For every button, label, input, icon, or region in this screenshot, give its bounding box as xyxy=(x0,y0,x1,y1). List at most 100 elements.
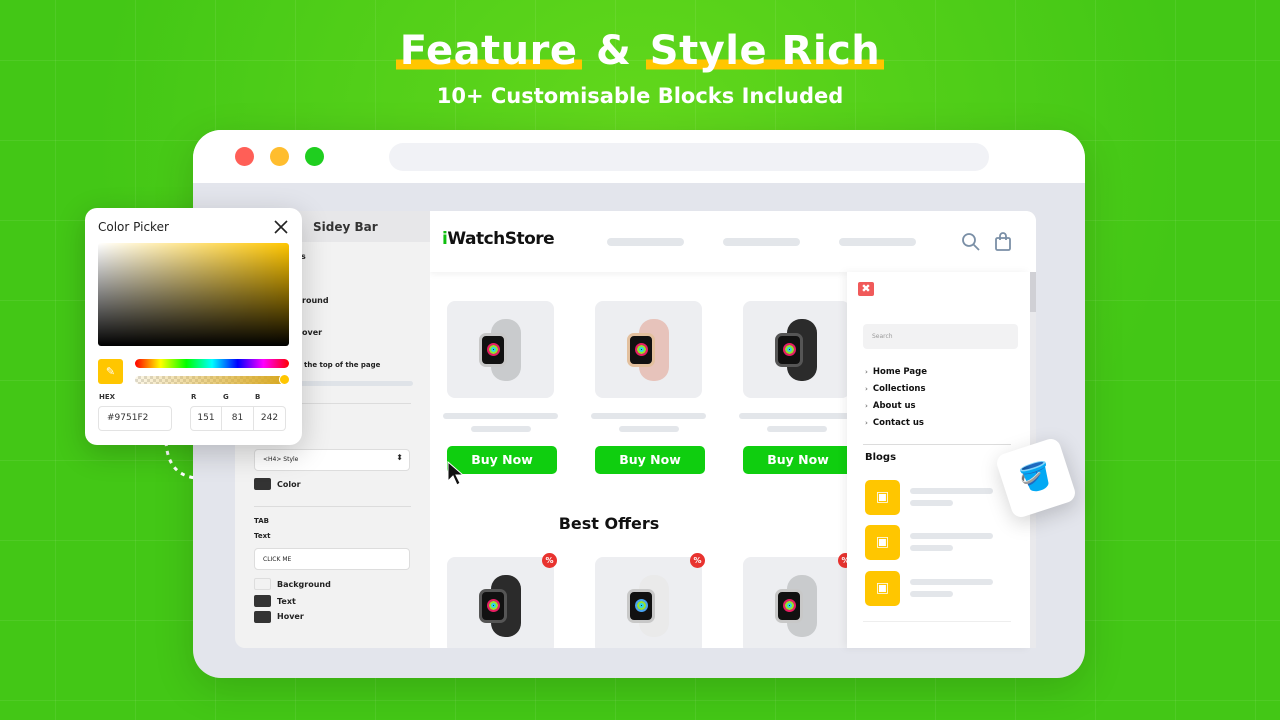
select-arrows-icon: ⬍ xyxy=(396,453,403,462)
logo-text: WatchStore xyxy=(447,229,555,249)
buy-now-button[interactable]: Buy Now xyxy=(595,446,705,474)
nav-link[interactable] xyxy=(607,238,684,246)
maximize-dot[interactable] xyxy=(305,147,324,166)
search-placeholder: Search xyxy=(872,333,893,340)
close-dot[interactable] xyxy=(235,147,254,166)
g-input[interactable]: 81 xyxy=(222,406,254,431)
blogs-title: Blogs xyxy=(865,452,897,463)
alpha-slider-handle[interactable] xyxy=(279,374,290,385)
menu-item-collections[interactable]: › Collections xyxy=(865,384,926,394)
hover-swatch[interactable] xyxy=(254,611,271,623)
alpha-slider[interactable] xyxy=(135,376,285,384)
mouse-cursor-icon xyxy=(447,461,464,486)
tab-text-value: CLICK ME xyxy=(263,556,292,563)
hex-input[interactable]: #9751F2 xyxy=(98,406,172,431)
search-icon[interactable] xyxy=(961,232,981,252)
menu-label: Contact us xyxy=(872,418,924,428)
background-label: Background xyxy=(277,580,331,589)
watch-image xyxy=(773,319,823,381)
dashed-connector xyxy=(164,441,197,480)
color-picker-title: Color Picker xyxy=(98,220,169,234)
hue-slider[interactable] xyxy=(135,359,289,368)
watch-image xyxy=(477,575,527,637)
color-picker-popup: Color Picker ✎ HEX R G B #9751F2 151 81 … xyxy=(85,208,302,445)
product-card[interactable]: Buy Now xyxy=(443,301,558,474)
minimize-dot[interactable] xyxy=(270,147,289,166)
sidebar-fragment: round xyxy=(302,296,329,305)
background-swatch[interactable] xyxy=(254,578,271,590)
product-image xyxy=(743,557,850,648)
menu-label: Collections xyxy=(872,384,926,394)
heading-style-select[interactable]: <H4> Style ⬍ xyxy=(254,449,410,471)
cart-icon[interactable] xyxy=(994,232,1012,252)
image-icon: ▣ xyxy=(865,571,900,606)
hero-title-amp: & xyxy=(595,28,632,74)
blog-item[interactable]: ▣ xyxy=(865,480,993,515)
r-label: R xyxy=(191,393,197,401)
saturation-area[interactable] xyxy=(98,243,289,346)
tab-label: TAB xyxy=(254,517,269,525)
color-swatch[interactable] xyxy=(254,478,271,490)
drawer-close-button[interactable]: ✖ xyxy=(858,282,874,296)
title-placeholder xyxy=(591,413,706,419)
product-image xyxy=(447,301,554,398)
divider xyxy=(254,506,411,507)
discount-badge: % xyxy=(542,553,557,568)
title-placeholder xyxy=(739,413,854,419)
nav-link[interactable] xyxy=(839,238,916,246)
blog-item[interactable]: ▣ xyxy=(865,571,993,606)
chevron-right-icon: › xyxy=(865,385,868,393)
product-card[interactable]: Buy Now xyxy=(739,301,854,474)
hero-title-part1: Feature xyxy=(395,28,582,74)
chevron-right-icon: › xyxy=(865,419,868,427)
chevron-right-icon: › xyxy=(865,368,868,376)
price-placeholder xyxy=(767,426,827,432)
offer-card[interactable]: % xyxy=(447,553,557,648)
image-icon: ▣ xyxy=(865,525,900,560)
price-placeholder xyxy=(619,426,679,432)
hero-title: Feature & Style Rich xyxy=(0,28,1280,74)
text-label: Text xyxy=(254,532,271,540)
heading-style-value: <H4> Style xyxy=(263,456,299,463)
color-label: Color xyxy=(277,480,301,489)
divider xyxy=(863,444,1011,445)
g-label: G xyxy=(223,393,229,401)
menu-label: About us xyxy=(872,401,916,411)
watch-image xyxy=(773,575,823,637)
text-swatch[interactable] xyxy=(254,595,271,607)
url-bar[interactable] xyxy=(389,143,989,171)
menu-label: Home Page xyxy=(872,367,928,377)
store-logo[interactable]: iWatchStore xyxy=(442,229,555,249)
tab-text-input[interactable]: CLICK ME xyxy=(254,548,410,570)
menu-item-home-page[interactable]: › Home Page xyxy=(865,367,927,377)
b-input[interactable]: 242 xyxy=(254,406,286,431)
offer-card[interactable]: % xyxy=(595,553,705,648)
watch-image xyxy=(477,319,527,381)
menu-item-contact-us[interactable]: › Contact us xyxy=(865,418,924,428)
text-color-label: Text xyxy=(277,597,296,606)
divider xyxy=(863,621,1011,622)
r-input[interactable]: 151 xyxy=(190,406,222,431)
b-label: B xyxy=(255,393,261,401)
product-card[interactable]: Buy Now xyxy=(591,301,706,474)
discount-badge: % xyxy=(690,553,705,568)
slider[interactable] xyxy=(295,381,413,386)
watch-image xyxy=(625,575,675,637)
hero-title-part2: Style Rich xyxy=(645,28,885,74)
store-header: iWatchStore xyxy=(430,211,1036,272)
watch-image xyxy=(625,319,675,381)
title-placeholder xyxy=(443,413,558,419)
menu-item-about-us[interactable]: › About us xyxy=(865,401,916,411)
hex-label: HEX xyxy=(99,393,116,401)
buy-now-button[interactable]: Buy Now xyxy=(743,446,853,474)
price-placeholder xyxy=(471,426,531,432)
chevron-right-icon: › xyxy=(865,402,868,410)
blog-item[interactable]: ▣ xyxy=(865,525,993,560)
hover-label: Hover xyxy=(277,612,304,621)
product-image xyxy=(595,301,702,398)
drawer-search-input[interactable]: Search xyxy=(863,324,1018,349)
nav-link[interactable] xyxy=(723,238,800,246)
offer-card[interactable]: % xyxy=(743,553,853,648)
eyedropper-button[interactable]: ✎ xyxy=(98,359,123,384)
close-icon[interactable] xyxy=(274,220,288,234)
